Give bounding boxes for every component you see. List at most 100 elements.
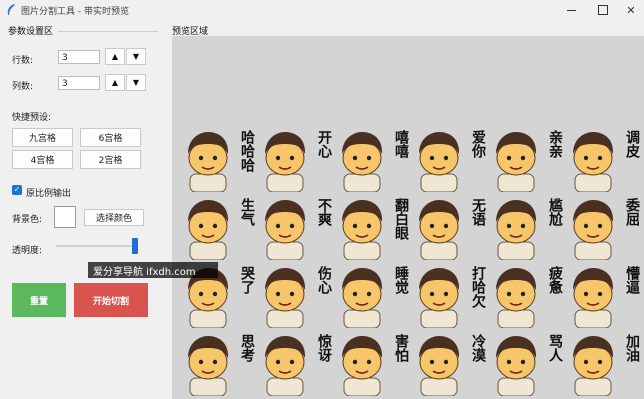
opacity-slider-thumb[interactable] (132, 238, 138, 254)
rows-increment-button[interactable]: ▲ (105, 48, 125, 65)
keep-ratio-checkbox[interactable]: ✓ (12, 185, 22, 195)
sticker-cell: 思考 (180, 330, 257, 397)
annoyed-face-icon (259, 196, 311, 261)
sticker-caption: 不爽 (316, 198, 332, 226)
arrow-down-icon: ▼ (132, 78, 140, 87)
maximize-icon (598, 5, 608, 15)
sticker-cell: 加油 (565, 330, 642, 397)
sticker-cell: 嘻嘻 (334, 126, 411, 193)
sticker-cell: 惊讶 (257, 330, 334, 397)
sticker-caption: 懵逼 (624, 266, 640, 294)
sticker-cell: 亲亲 (488, 126, 565, 193)
awkward-face-icon (490, 196, 542, 261)
sticker-caption: 冷漠 (470, 334, 486, 362)
minimize-button[interactable] (554, 0, 588, 20)
cheeky-face-icon (567, 128, 619, 193)
sticker-cell: 无语 (411, 194, 488, 261)
heart-eyes-face-icon (413, 128, 465, 193)
rows-input[interactable]: 3 (58, 50, 100, 64)
sticker-cell: 骂人 (488, 330, 565, 397)
preview-area: 哈哈哈 开心 嘻嘻 爱你 亲亲 调皮 生气 不爽 翻白眼 无语 尴尬 委屈 哭了… (172, 36, 644, 399)
sticker-caption: 哈哈哈 (239, 130, 255, 172)
sticker-cell: 冷漠 (411, 330, 488, 397)
sticker-caption: 嘻嘻 (393, 130, 409, 158)
sticker-cell: 睡觉 (334, 262, 411, 329)
sticker-caption: 调皮 (624, 130, 640, 158)
wronged-face-icon (567, 196, 619, 261)
happy-face-icon (259, 128, 311, 193)
laughing-face-icon (182, 128, 234, 193)
angry-face-icon (182, 196, 234, 261)
sticker-caption: 亲亲 (547, 130, 563, 158)
window-title: 图片分割工具 - 带实时预览 (21, 7, 129, 17)
giggle-face-icon (336, 128, 388, 193)
sticker-grid: 哈哈哈 开心 嘻嘻 爱你 亲亲 调皮 生气 不爽 翻白眼 无语 尴尬 委屈 哭了… (180, 126, 642, 399)
sticker-cell: 懵逼 (565, 262, 642, 329)
sticker-caption: 打哈欠 (470, 266, 486, 308)
cols-decrement-button[interactable]: ▼ (126, 74, 146, 91)
sticker-cell: 尴尬 (488, 194, 565, 261)
sticker-caption: 哭了 (239, 266, 255, 294)
preset-2-button[interactable]: 2宫格 (80, 150, 141, 169)
feather-app-icon (7, 4, 15, 15)
rows-decrement-button[interactable]: ▼ (126, 48, 146, 65)
arrow-down-icon: ▼ (132, 52, 140, 61)
checkmark-icon: ✓ (13, 185, 21, 194)
sticker-caption: 无语 (470, 198, 486, 226)
sticker-caption: 思考 (239, 334, 255, 362)
section-divider (58, 31, 158, 32)
keep-ratio-label: 原比例输出 (26, 189, 72, 199)
rows-label: 行数: (12, 56, 34, 66)
arrow-up-icon: ▲ (111, 78, 119, 87)
start-cut-button[interactable]: 开始切割 (74, 283, 148, 317)
sleeping-face-icon (336, 264, 388, 329)
sticker-caption: 害怕 (393, 334, 409, 362)
preset-6-button[interactable]: 6宫格 (80, 128, 141, 147)
opacity-slider-fill (56, 245, 138, 247)
surprised-face-icon (259, 332, 311, 397)
preset-4-button[interactable]: 4宫格 (12, 150, 73, 169)
yawning-face-icon (413, 264, 465, 329)
sticker-cell: 开心 (257, 126, 334, 193)
thinking-face-icon (182, 332, 234, 397)
pick-color-button[interactable]: 选择颜色 (84, 209, 144, 226)
sticker-cell: 伤心 (257, 262, 334, 329)
sticker-cell: 调皮 (565, 126, 642, 193)
sad-face-icon (259, 264, 311, 329)
preset-9-button[interactable]: 九宫格 (12, 128, 73, 147)
cursing-face-icon (490, 332, 542, 397)
scared-face-icon (336, 332, 388, 397)
params-section-title: 参数设置区 (8, 27, 54, 37)
sticker-cell: 翻白眼 (334, 194, 411, 261)
kiss-face-icon (490, 128, 542, 193)
sticker-cell: 害怕 (334, 330, 411, 397)
sticker-caption: 委屈 (624, 198, 640, 226)
sticker-caption: 生气 (239, 198, 255, 226)
indifferent-face-icon (413, 332, 465, 397)
close-button[interactable]: ✕ (614, 0, 644, 20)
sticker-caption: 伤心 (316, 266, 332, 294)
cols-increment-button[interactable]: ▲ (105, 74, 125, 91)
arrow-up-icon: ▲ (111, 52, 119, 61)
sticker-cell: 生气 (180, 194, 257, 261)
opacity-label: 透明度: (12, 246, 43, 256)
sticker-caption: 骂人 (547, 334, 563, 362)
opacity-slider[interactable] (56, 238, 138, 254)
close-icon: ✕ (626, 3, 636, 17)
bg-color-label: 背景色: (12, 215, 43, 225)
eye-roll-face-icon (336, 196, 388, 261)
sticker-caption: 尴尬 (547, 198, 563, 226)
sticker-caption: 翻白眼 (393, 198, 409, 240)
bg-color-swatch[interactable] (54, 206, 76, 228)
cols-input[interactable]: 3 (58, 76, 100, 90)
cols-label: 列数: (12, 82, 34, 92)
title-bar: 图片分割工具 - 带实时预览 ✕ (0, 0, 644, 20)
sticker-cell: 委屈 (565, 194, 642, 261)
sticker-caption: 开心 (316, 130, 332, 158)
reset-button[interactable]: 重置 (12, 283, 66, 317)
sticker-caption: 加油 (624, 334, 640, 362)
watermark: 爱分享导航 ifxdh.com (88, 262, 218, 278)
sticker-cell: 不爽 (257, 194, 334, 261)
sticker-cell: 哈哈哈 (180, 126, 257, 193)
minimize-icon (566, 9, 576, 11)
